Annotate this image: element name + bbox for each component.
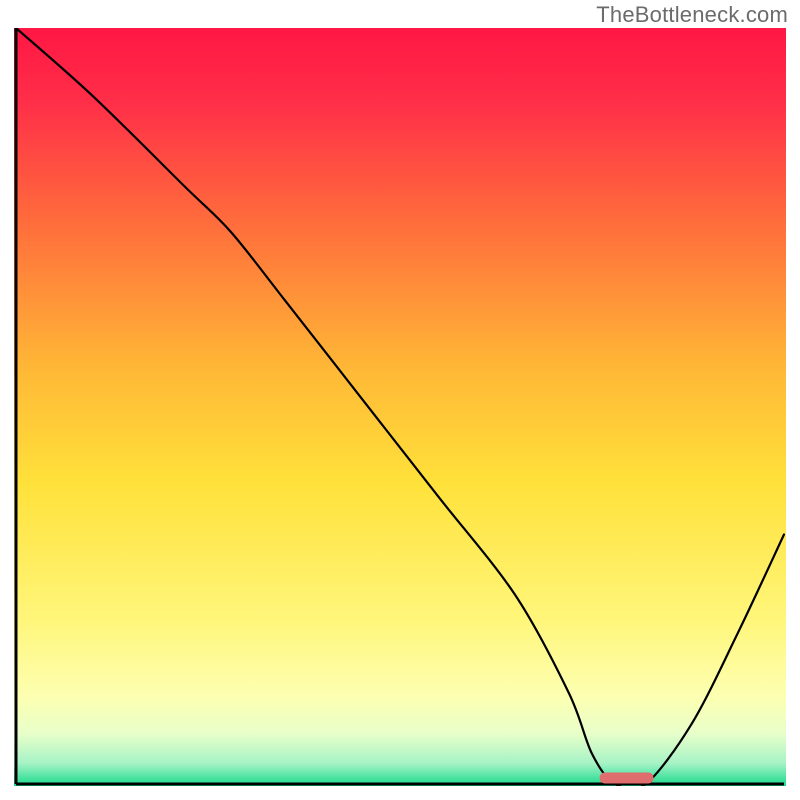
chart-container: TheBottleneck.com	[0, 0, 800, 800]
optimal-marker	[600, 772, 654, 783]
gradient-background	[14, 28, 786, 786]
bottleneck-chart	[14, 28, 786, 786]
plot-frame	[14, 28, 786, 786]
watermark-text: TheBottleneck.com	[596, 2, 788, 28]
